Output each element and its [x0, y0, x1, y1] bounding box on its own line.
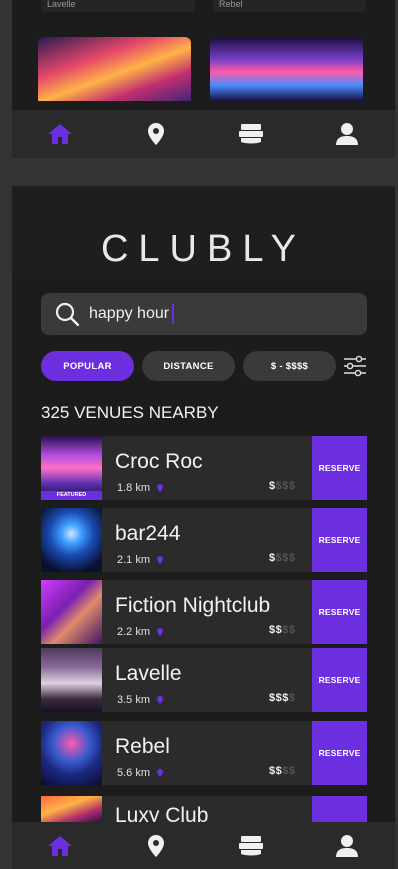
reserve-button[interactable]: RESERVE [312, 721, 367, 785]
venue-name: Rebel [115, 735, 170, 758]
featured-badge: FEATURED [41, 491, 102, 500]
text-cursor [172, 304, 175, 324]
venue-distance: 1.8 km [117, 482, 164, 494]
distance-text: 2.1 km [117, 554, 151, 566]
price-active: $$$ [269, 692, 289, 704]
app-logo: CLUBLY [100, 228, 307, 270]
venue-thumbnail[interactable] [38, 37, 191, 101]
reserve-button[interactable]: RESERVE [312, 580, 367, 644]
venue-list-screen: CLUBLY happy hour POPULAR DISTANCE $ - $… [12, 186, 395, 869]
profile-icon [336, 834, 359, 857]
distance-text: 3.5 km [117, 694, 151, 706]
tickets-icon [239, 835, 264, 855]
price-active: $$ [269, 624, 283, 636]
filter-settings-icon[interactable] [343, 355, 367, 377]
home-icon [47, 124, 72, 144]
location-pin-icon [157, 696, 164, 704]
cut-off-card[interactable]: Rebel [213, 0, 366, 12]
filter-distance[interactable]: DISTANCE [142, 351, 235, 381]
previous-screen: Lavelle Rebel [12, 0, 395, 158]
distance-text: 1.8 km [117, 482, 151, 494]
distance-text: 2.2 km [117, 626, 151, 638]
venue-thumbnail[interactable] [210, 37, 363, 101]
location-pin-icon [157, 556, 164, 564]
nav-home[interactable] [40, 826, 80, 866]
location-pin-icon [147, 834, 164, 857]
venue-name: Fiction Nightclub [115, 594, 271, 617]
venue-image [41, 796, 102, 822]
reserve-button[interactable]: RESERVE [312, 508, 367, 572]
reserve-button[interactable] [312, 796, 367, 822]
nav-profile[interactable] [327, 826, 367, 866]
filter-bar: POPULAR DISTANCE $ - $$$$ [41, 351, 371, 381]
cut-off-card[interactable]: Lavelle [41, 0, 195, 12]
results-count: 325 VENUES NEARBY [41, 403, 219, 422]
venue-image [41, 721, 102, 785]
profile-icon [336, 123, 359, 145]
price-inactive: $$$ [275, 480, 296, 492]
search-input[interactable]: happy hour [89, 305, 169, 323]
search-icon [55, 302, 79, 326]
nav-profile[interactable] [327, 114, 367, 154]
price-inactive: $$ [282, 624, 296, 636]
filter-popular[interactable]: POPULAR [41, 351, 134, 381]
price-active: $$ [269, 765, 283, 777]
filter-price[interactable]: $ - $$$$ [243, 351, 336, 381]
price-inactive: $ [288, 692, 296, 704]
distance-text: 5.6 km [117, 767, 151, 779]
venue-image: FEATURED [41, 436, 102, 500]
venue-name: Lavelle [115, 662, 182, 685]
venue-distance: 2.2 km [117, 626, 164, 638]
price-level: $$$$ [269, 480, 295, 492]
location-pin-icon [157, 769, 164, 777]
price-level: $$$$ [269, 765, 296, 777]
venue-image [41, 508, 102, 572]
location-pin-icon [157, 484, 164, 492]
venue-image [41, 648, 102, 712]
venue-name: Luxy Club [115, 804, 209, 822]
venue-card[interactable]: FEATURED Croc Roc 1.8 km $$$$ RESERVE [41, 436, 367, 500]
venue-card[interactable]: Rebel 5.6 km $$$$ RESERVE [41, 721, 367, 785]
cut-off-card-label: Lavelle [47, 0, 76, 9]
price-level: $$$$ [269, 692, 295, 704]
price-active: $ [269, 552, 276, 564]
reserve-button[interactable]: RESERVE [312, 436, 367, 500]
venue-card[interactable]: Lavelle 3.5 km $$$$ RESERVE [41, 648, 367, 712]
venue-distance: 5.6 km [117, 767, 164, 779]
nav-tickets[interactable] [231, 826, 271, 866]
reserve-button[interactable]: RESERVE [312, 648, 367, 712]
price-level: $$$$ [269, 624, 296, 636]
price-level: $$$$ [269, 552, 295, 564]
price-active: $ [269, 480, 276, 492]
nav-tickets[interactable] [231, 114, 271, 154]
price-inactive: $$ [282, 765, 296, 777]
venue-card[interactable]: bar244 2.1 km $$$$ RESERVE [41, 508, 367, 572]
venue-distance: 3.5 km [117, 694, 164, 706]
tickets-icon [239, 124, 264, 144]
venue-image [41, 580, 102, 644]
nav-home[interactable] [40, 114, 80, 154]
bottom-nav [12, 822, 395, 869]
venue-name: bar244 [115, 522, 181, 545]
venue-distance: 2.1 km [117, 554, 164, 566]
price-inactive: $$$ [275, 552, 296, 564]
bottom-nav [12, 110, 395, 158]
location-pin-icon [157, 628, 164, 636]
search-bar[interactable]: happy hour [41, 293, 367, 335]
cut-off-card-label: Rebel [219, 0, 243, 9]
venue-name: Croc Roc [115, 450, 203, 473]
nav-map[interactable] [136, 114, 176, 154]
nav-map[interactable] [136, 826, 176, 866]
venue-card[interactable]: Fiction Nightclub 2.2 km $$$$ RESERVE [41, 580, 367, 644]
home-icon [47, 835, 72, 856]
location-pin-icon [147, 123, 164, 145]
venue-card[interactable]: Luxy Club [41, 796, 367, 822]
